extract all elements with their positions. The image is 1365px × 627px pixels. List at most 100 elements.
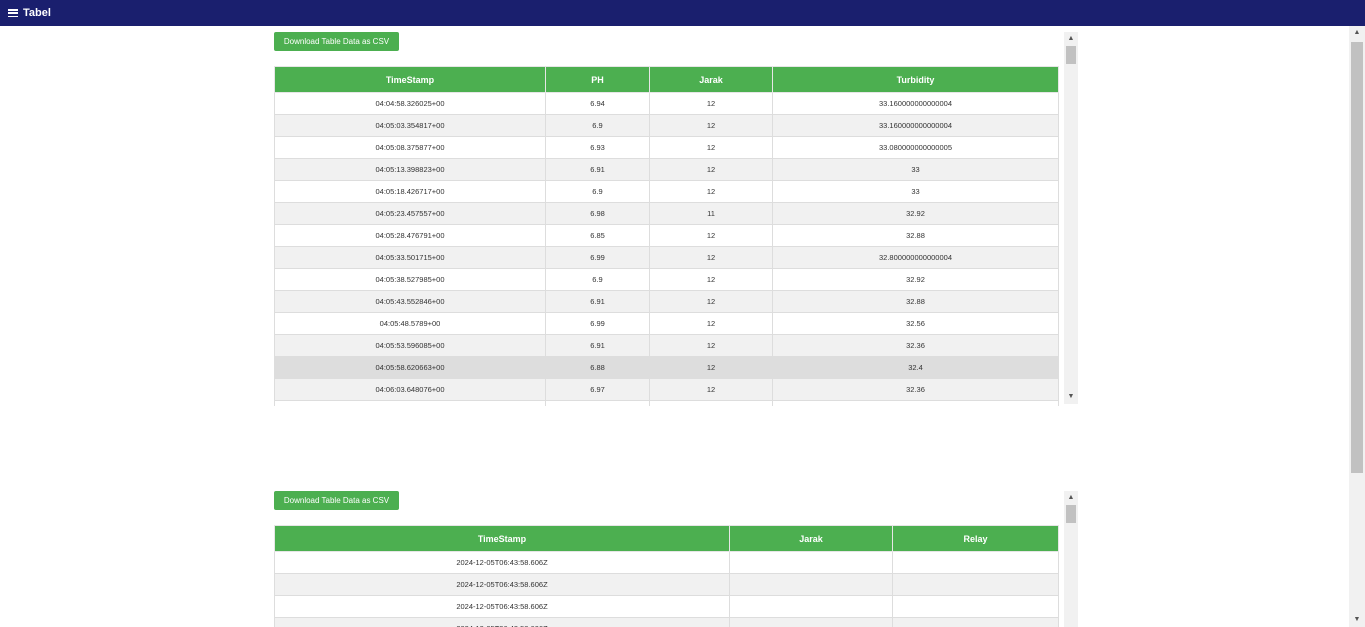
table-header-row: TimeStamp Jarak Relay xyxy=(274,525,1059,552)
cell-ph: 6.98 xyxy=(545,202,650,225)
cell-turbidity: 33.160000000000004 xyxy=(772,92,1059,115)
cell-ph: 6.91 xyxy=(545,334,650,357)
triangle-down-icon[interactable]: ▼ xyxy=(1349,613,1365,627)
cell-jarak: 12 xyxy=(649,92,773,115)
cell-timestamp: 04:05:33.501715+00 xyxy=(274,246,546,269)
cell-turbidity: 33 xyxy=(772,158,1059,181)
table-row[interactable]: 2024-12-05T06:43:58.606Z xyxy=(274,617,1059,627)
table-row[interactable] xyxy=(274,400,1059,406)
cell-ph: 6.99 xyxy=(545,312,650,335)
sensor-table: TimeStamp PH Jarak Turbidity 04:04:58.32… xyxy=(274,66,1059,406)
cell-ph: 6.93 xyxy=(545,136,650,159)
table-header-row: TimeStamp PH Jarak Turbidity xyxy=(274,66,1059,93)
cell-timestamp: 04:05:28.476791+00 xyxy=(274,224,546,247)
cell-relay xyxy=(892,573,1059,596)
triangle-up-icon[interactable]: ▲ xyxy=(1064,491,1078,505)
cell-jarak: 12 xyxy=(649,334,773,357)
download-csv-button[interactable]: Download Table Data as CSV xyxy=(274,32,399,51)
page-scrollbar-thumb[interactable] xyxy=(1351,42,1363,473)
cell-ph: 6.88 xyxy=(545,356,650,379)
cell-ph: 6.97 xyxy=(545,378,650,401)
table-row[interactable]: 04:05:33.501715+00 6.99 12 32.8000000000000… xyxy=(274,246,1059,269)
table-row[interactable]: 04:05:08.375877+00 6.93 12 33.0800000000000… xyxy=(274,136,1059,159)
cell-timestamp: 04:05:38.527985+00 xyxy=(274,268,546,291)
cell-jarak: 12 xyxy=(649,312,773,335)
download-csv-button[interactable]: Download Table Data as CSV xyxy=(274,491,399,510)
cell-turbidity: 33.080000000000005 xyxy=(772,136,1059,159)
table-row[interactable]: 2024-12-05T06:43:58.606Z xyxy=(274,551,1059,574)
relay-table-section: Download Table Data as CSV TimeStamp Jar… xyxy=(274,491,1078,627)
cell-turbidity: 32.36 xyxy=(772,334,1059,357)
table-row[interactable]: 04:05:48.5789+00 6.99 12 32.56 xyxy=(274,312,1059,335)
cell-jarak xyxy=(729,617,893,627)
cell-turbidity: 32.88 xyxy=(772,290,1059,313)
relay-table: TimeStamp Jarak Relay 2024-12-05T06:43:5… xyxy=(274,525,1059,627)
cell-timestamp: 04:05:23.457557+00 xyxy=(274,202,546,225)
table-row[interactable]: 04:05:38.527985+00 6.9 12 32.92 xyxy=(274,268,1059,291)
cell-relay xyxy=(892,551,1059,574)
cell-timestamp: 04:05:13.398823+00 xyxy=(274,158,546,181)
cell-timestamp: 2024-12-05T06:43:58.606Z xyxy=(274,617,730,627)
sensor-table-container[interactable]: TimeStamp PH Jarak Turbidity 04:04:58.32… xyxy=(274,66,1059,406)
sensor-table-section: Download Table Data as CSV TimeStamp PH … xyxy=(274,32,1078,406)
cell-ph: 6.99 xyxy=(545,246,650,269)
cell-turbidity: 32.4 xyxy=(772,356,1059,379)
table-row[interactable]: 04:05:23.457557+00 6.98 11 32.92 xyxy=(274,202,1059,225)
cell-ph: 6.9 xyxy=(545,114,650,137)
cell-relay xyxy=(892,617,1059,627)
page-scrollbar[interactable]: ▲ ▼ xyxy=(1349,26,1365,627)
cell-ph: 6.9 xyxy=(545,180,650,203)
triangle-up-icon[interactable]: ▲ xyxy=(1349,26,1365,40)
table-row[interactable]: 2024-12-05T06:43:58.606Z xyxy=(274,573,1059,596)
cell-jarak xyxy=(729,595,893,618)
table-row[interactable]: 04:04:58.326025+00 6.94 12 33.1600000000000… xyxy=(274,92,1059,115)
column-header-relay[interactable]: Relay xyxy=(892,525,1059,552)
hamburger-menu-icon[interactable] xyxy=(8,9,18,17)
cell-turbidity: 32.92 xyxy=(772,268,1059,291)
cell-jarak: 12 xyxy=(649,246,773,269)
column-header-jarak[interactable]: Jarak xyxy=(649,66,773,93)
triangle-down-icon[interactable]: ▼ xyxy=(1064,390,1078,404)
cell-turbidity: 33.160000000000004 xyxy=(772,114,1059,137)
column-header-timestamp[interactable]: TimeStamp xyxy=(274,66,546,93)
scrollbar-thumb[interactable] xyxy=(1066,505,1076,523)
cell-ph: 6.91 xyxy=(545,158,650,181)
cell-jarak: 12 xyxy=(649,180,773,203)
table-row[interactable]: 04:05:53.596085+00 6.91 12 32.36 xyxy=(274,334,1059,357)
column-header-jarak[interactable]: Jarak xyxy=(729,525,893,552)
cell-ph: 6.85 xyxy=(545,224,650,247)
table-row[interactable]: 04:06:03.648076+00 6.97 12 32.36 xyxy=(274,378,1059,401)
table-row[interactable]: 04:05:18.426717+00 6.9 12 33 xyxy=(274,180,1059,203)
relay-table-container[interactable]: TimeStamp Jarak Relay 2024-12-05T06:43:5… xyxy=(274,525,1059,627)
cell-jarak: 12 xyxy=(649,158,773,181)
table-row-hovered[interactable]: 04:05:58.620663+00 6.88 12 32.4 xyxy=(274,356,1059,379)
cell-timestamp: 2024-12-05T06:43:58.606Z xyxy=(274,595,730,618)
cell-ph: 6.9 xyxy=(545,268,650,291)
table-row[interactable]: 04:05:43.552846+00 6.91 12 32.88 xyxy=(274,290,1059,313)
cell-turbidity: 33 xyxy=(772,180,1059,203)
cell-timestamp: 04:05:08.375877+00 xyxy=(274,136,546,159)
cell-jarak: 12 xyxy=(649,114,773,137)
app-header: Tabel xyxy=(0,0,1365,26)
cell-turbidity: 32.88 xyxy=(772,224,1059,247)
table-row[interactable]: 04:05:13.398823+00 6.91 12 33 xyxy=(274,158,1059,181)
column-header-turbidity[interactable]: Turbidity xyxy=(772,66,1059,93)
cell-jarak xyxy=(729,551,893,574)
cell-timestamp: 2024-12-05T06:43:58.606Z xyxy=(274,573,730,596)
table-row[interactable]: 04:05:28.476791+00 6.85 12 32.88 xyxy=(274,224,1059,247)
app-title: Tabel xyxy=(23,7,51,19)
table-row[interactable]: 2024-12-05T06:43:58.606Z xyxy=(274,595,1059,618)
cell-jarak: 12 xyxy=(649,136,773,159)
column-header-timestamp[interactable]: TimeStamp xyxy=(274,525,730,552)
cell-jarak: 12 xyxy=(649,268,773,291)
table-row[interactable]: 04:05:03.354817+00 6.9 12 33.16000000000000… xyxy=(274,114,1059,137)
cell-timestamp: 04:05:18.426717+00 xyxy=(274,180,546,203)
scrollbar-thumb[interactable] xyxy=(1066,46,1076,64)
cell-timestamp: 04:05:48.5789+00 xyxy=(274,312,546,335)
table-scrollbar[interactable]: ▲ ▼ xyxy=(1064,32,1078,404)
table-scrollbar[interactable]: ▲ xyxy=(1064,491,1078,627)
cell-jarak: 11 xyxy=(649,202,773,225)
column-header-ph[interactable]: PH xyxy=(545,66,650,93)
triangle-up-icon[interactable]: ▲ xyxy=(1064,32,1078,46)
cell-relay xyxy=(892,595,1059,618)
